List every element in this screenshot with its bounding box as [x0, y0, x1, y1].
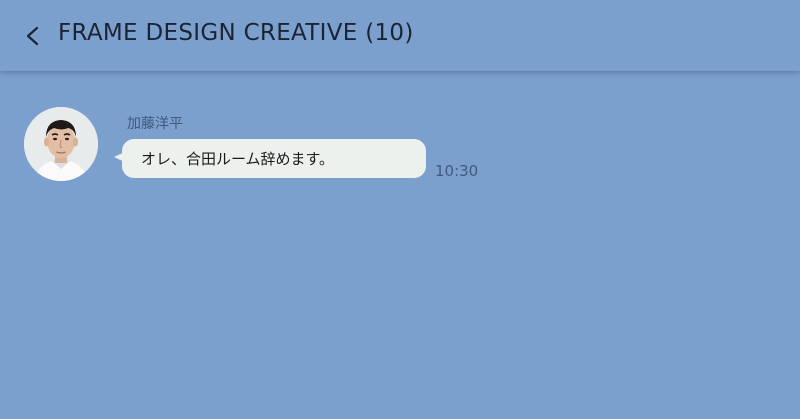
sender-name: 加藤洋平 [127, 116, 183, 132]
user-avatar[interactable] [24, 107, 98, 181]
back-button[interactable] [22, 22, 46, 50]
message-timestamp: 10:30 [435, 162, 479, 180]
message-bubble[interactable]: オレ、合田ルーム辞めます。 [122, 139, 426, 178]
message-list: 加藤洋平 オレ、合田ルーム辞めます。 10:30 [0, 71, 800, 419]
chat-title: FRAME DESIGN CREATIVE (10) [58, 20, 414, 46]
message-item: 加藤洋平 オレ、合田ルーム辞めます。 10:30 [0, 71, 800, 201]
chevron-left-icon [22, 22, 46, 50]
chat-header: FRAME DESIGN CREATIVE (10) [0, 0, 800, 71]
